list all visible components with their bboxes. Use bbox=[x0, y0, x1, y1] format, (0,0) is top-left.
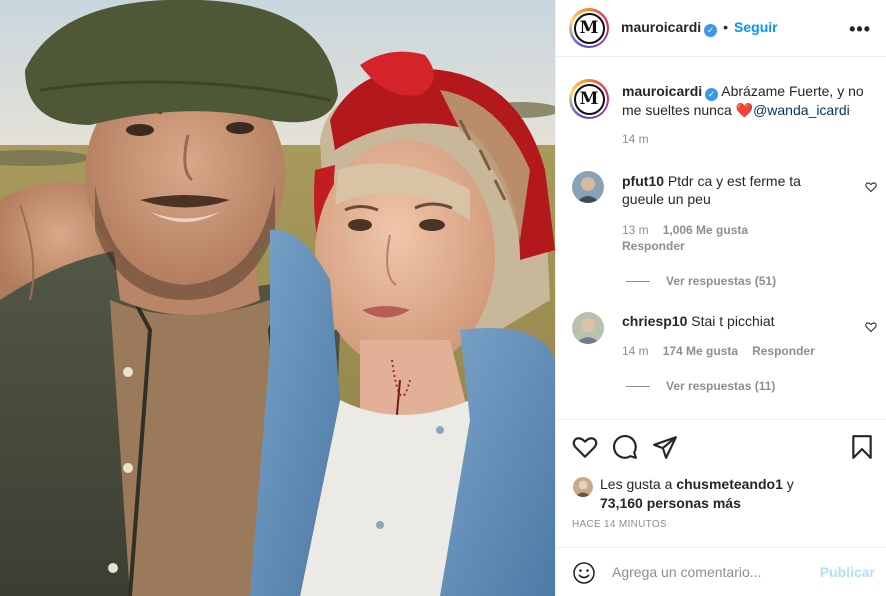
follow-button[interactable]: Seguir bbox=[734, 19, 778, 35]
comment-reply-button[interactable]: Responder bbox=[622, 239, 685, 253]
comment-likes[interactable]: 1,006 Me gusta bbox=[663, 223, 748, 237]
comment-reply-button[interactable]: Responder bbox=[752, 344, 815, 358]
more-options-icon[interactable]: ••• bbox=[849, 19, 871, 40]
comment-username[interactable]: pfut10 bbox=[622, 173, 664, 189]
like-heart-icon[interactable] bbox=[572, 434, 598, 460]
divider-line bbox=[626, 385, 650, 387]
comment-avatar[interactable] bbox=[572, 312, 604, 344]
comment-likes[interactable]: 174 Me gusta bbox=[663, 344, 738, 358]
liker-avatar[interactable] bbox=[573, 477, 593, 497]
heart-emoji-icon: ❤️ bbox=[735, 102, 754, 118]
caption-mention-link[interactable]: @wanda_icardi bbox=[753, 102, 850, 118]
caption-username[interactable]: mauroicardi bbox=[622, 83, 702, 99]
comment-avatar[interactable] bbox=[572, 171, 604, 203]
post-photo[interactable] bbox=[0, 0, 555, 596]
likes-middle: y bbox=[782, 476, 794, 492]
author-avatar-logo: M bbox=[573, 12, 605, 44]
comment-meta: 14 m 174 Me gusta Responder bbox=[622, 344, 829, 358]
caption: mauroicardi ✓ Abrázame Fuerte, y no me su… bbox=[622, 82, 872, 119]
comment-like-heart-icon[interactable] bbox=[865, 181, 877, 193]
comment-bubble-icon[interactable] bbox=[612, 434, 638, 460]
likes-count[interactable]: 73,160 personas más bbox=[600, 495, 741, 511]
comments-section: M mauroicardi ✓ Abrázame Fuerte, y no me … bbox=[556, 57, 886, 419]
view-replies-button[interactable]: Ver respuestas (11) bbox=[626, 379, 775, 393]
comment-username[interactable]: chriesp10 bbox=[622, 313, 687, 329]
comment-avatar-image bbox=[572, 312, 604, 344]
posted-time[interactable]: HACE 14 MINUTOS bbox=[572, 519, 667, 530]
comment-time[interactable]: 13 m bbox=[622, 223, 649, 237]
view-replies-label: Ver respuestas (11) bbox=[666, 379, 776, 393]
comment-meta: 13 m 1,006 Me gusta bbox=[622, 223, 762, 237]
comment-input[interactable] bbox=[612, 562, 812, 582]
view-replies-button[interactable]: Ver respuestas (51) bbox=[626, 274, 776, 288]
add-comment-bar: Publicar bbox=[556, 547, 886, 596]
comment-text: Stai t picchiat bbox=[691, 313, 775, 329]
verified-badge-icon: ✓ bbox=[705, 88, 719, 101]
share-paper-plane-icon[interactable] bbox=[652, 434, 678, 460]
post-header: M mauroicardi ✓ • Seguir ••• bbox=[556, 0, 886, 57]
verified-badge-icon: ✓ bbox=[704, 24, 718, 37]
save-bookmark-icon[interactable] bbox=[849, 434, 875, 460]
comment-time[interactable]: 14 m bbox=[622, 344, 649, 358]
caption-avatar[interactable]: M bbox=[569, 79, 609, 119]
comment-text-block: chriesp10 Stai t picchiat bbox=[622, 312, 842, 330]
comment-avatar-image bbox=[572, 171, 604, 203]
liker-username[interactable]: chusmeteando1 bbox=[676, 476, 783, 492]
likes-prefix: Les gusta a bbox=[600, 476, 677, 492]
post-actions: Les gusta a chusmeteando1 y 73,160 perso… bbox=[556, 419, 886, 546]
likes-summary: Les gusta a chusmeteando1 y 73,160 perso… bbox=[600, 475, 880, 513]
caption-avatar-logo: M bbox=[573, 83, 605, 115]
comment-text-block: pfut10 Ptdr ca y est ferme ta gueule un … bbox=[622, 172, 842, 208]
divider-line bbox=[626, 280, 650, 282]
post-side-panel: M mauroicardi ✓ • Seguir ••• M mauroicardi ✓… bbox=[555, 0, 886, 596]
comment-like-heart-icon[interactable] bbox=[865, 321, 877, 333]
publish-button[interactable]: Publicar bbox=[820, 564, 875, 580]
author-avatar[interactable]: M bbox=[569, 8, 609, 48]
instagram-post: M mauroicardi ✓ • Seguir ••• M mauroicardi ✓… bbox=[0, 0, 886, 596]
liker-avatar-image bbox=[573, 477, 593, 497]
view-replies-label: Ver respuestas (51) bbox=[666, 274, 777, 288]
author-username[interactable]: mauroicardi bbox=[621, 19, 701, 35]
caption-time[interactable]: 14 m bbox=[622, 132, 649, 146]
emoji-smiley-icon[interactable] bbox=[572, 561, 596, 585]
couple-selfie-image bbox=[0, 0, 555, 596]
separator-dot: • bbox=[723, 19, 729, 35]
header-user-row: mauroicardi ✓ • Seguir bbox=[621, 19, 778, 37]
